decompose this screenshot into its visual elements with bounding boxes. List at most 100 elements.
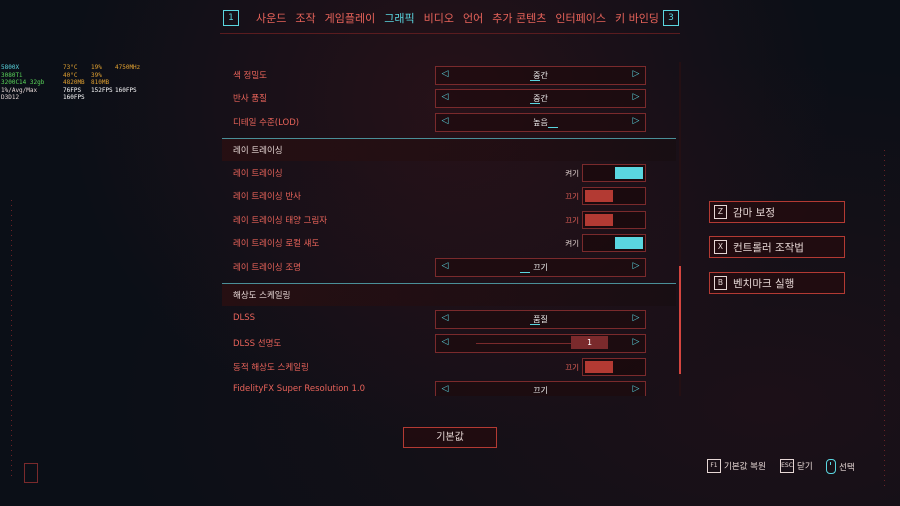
tab-graphics[interactable]: 그래픽 [384, 10, 414, 26]
setting-label: 색 정밀도 [233, 71, 267, 81]
selector-position-marker [530, 324, 540, 325]
controller-layout-button[interactable]: X 컨트롤러 조작법 [709, 236, 845, 258]
close-hint[interactable]: ESC 닫기 [780, 459, 813, 473]
perf-ram-used: 4820MB [63, 79, 85, 86]
nav-divider [220, 33, 680, 34]
toggle-switch[interactable] [582, 234, 646, 252]
selector-value: 끄기 [533, 386, 548, 395]
setting-ray-tracing[interactable]: 레이 트레이싱 켜기 [222, 163, 676, 183]
option-selector[interactable]: ◁ 품질 ▷ [435, 310, 646, 329]
slider-handle[interactable]: 1 [571, 336, 608, 349]
defaults-button[interactable]: 기본값 [403, 427, 497, 448]
setting-dlss-sharpness[interactable]: DLSS 선명도 ◁ 1 ▷ [222, 333, 676, 353]
section-title: 해상도 스케일링 [233, 291, 291, 301]
setting-label: 레이 트레이싱 반사 [233, 192, 301, 202]
perf-row-ram: 3200C14 32gb 4820MB 810MB [1, 79, 145, 87]
tab-interface[interactable]: 인터페이스 [555, 10, 606, 26]
setting-reflection-quality[interactable]: 반사 품질 ◁ 중간 ▷ [222, 88, 676, 108]
toggle-knob [585, 361, 613, 373]
option-selector[interactable]: ◁ 끄기 ▷ [435, 381, 646, 396]
perf-row-cpu: 5800X 73°C 19% 4750MHz [1, 64, 145, 72]
section-title: 레이 트레이싱 [233, 146, 283, 156]
toggle-state: 끄기 [565, 192, 579, 201]
tab-gameplay[interactable]: 게임플레이 [325, 10, 376, 26]
perf-fps-low: 76FPS [63, 86, 82, 94]
button-label: 컨트롤러 조작법 [733, 242, 804, 254]
option-selector[interactable]: ◁ 중간 ▷ [435, 66, 646, 85]
hint-label: 닫기 [797, 462, 813, 472]
toggle-switch[interactable] [582, 187, 646, 205]
arrow-right-icon[interactable]: ▷ [631, 337, 641, 347]
setting-label: 반사 품질 [233, 94, 267, 104]
toggle-knob [615, 237, 643, 249]
mouse-icon [826, 459, 836, 474]
button-label: 벤치마크 실행 [733, 278, 795, 290]
setting-dynamic-scaling[interactable]: 동적 해상도 스케일링 끄기 [222, 357, 676, 377]
setting-lod[interactable]: 디테일 수준(LOD) ◁ 높음 ▷ [222, 112, 676, 132]
button-label: 감마 보정 [733, 207, 775, 219]
settings-scrollbar[interactable] [679, 62, 681, 396]
next-tab-key[interactable]: 3 [663, 10, 679, 26]
setting-fsr[interactable]: FidelityFX Super Resolution 1.0 ◁ 끄기 ▷ [222, 380, 676, 396]
slider-control[interactable]: ◁ 1 ▷ [435, 334, 646, 353]
arrow-right-icon[interactable]: ▷ [631, 384, 641, 394]
gamma-correction-button[interactable]: Z 감마 보정 [709, 201, 845, 223]
arrow-right-icon[interactable]: ▷ [631, 313, 641, 323]
option-selector[interactable]: ◁ 끄기 ▷ [435, 258, 646, 277]
setting-label: 디테일 수준(LOD) [233, 118, 300, 128]
arrow-right-icon[interactable]: ▷ [631, 116, 641, 126]
slider-track[interactable] [476, 343, 576, 344]
tab-dlc[interactable]: 추가 콘텐츠 [492, 10, 546, 26]
setting-rt-sun-shadows[interactable]: 레이 트레이싱 태양 그림자 끄기 [222, 210, 676, 230]
setting-dlss[interactable]: DLSS ◁ 품질 ▷ [222, 309, 676, 329]
select-hint[interactable]: 선택 [826, 459, 855, 474]
toggle-state: 켜기 [565, 239, 579, 248]
option-selector[interactable]: ◁ 중간 ▷ [435, 89, 646, 108]
perf-gpu-name: 3080Ti [1, 71, 23, 79]
tab-sound[interactable]: 사운드 [256, 10, 286, 26]
selector-position-marker [530, 80, 540, 81]
decor-dots [884, 150, 885, 490]
toggle-knob [615, 167, 643, 179]
setting-label: 레이 트레이싱 [233, 169, 283, 179]
prev-tab-key[interactable]: 1 [223, 10, 239, 26]
setting-rt-local-shadows[interactable]: 레이 트레이싱 로컬 섀도 켜기 [222, 233, 676, 253]
tab-video[interactable]: 비디오 [424, 10, 454, 26]
setting-label: DLSS [233, 313, 256, 323]
perf-row-api: D3D12 160FPS [1, 94, 145, 102]
toggle-switch[interactable] [582, 211, 646, 229]
tab-controls[interactable]: 조작 [295, 10, 315, 26]
key-hint: Z [714, 205, 727, 219]
setting-color-precision[interactable]: 색 정밀도 ◁ 중간 ▷ [222, 65, 676, 85]
perf-cpu-temp: 73°C [63, 64, 78, 71]
arrow-right-icon[interactable]: ▷ [631, 92, 641, 102]
setting-label: 동적 해상도 스케일링 [233, 363, 309, 373]
arrow-right-icon[interactable]: ▷ [631, 261, 641, 271]
toggle-state: 켜기 [565, 169, 579, 178]
setting-label: FidelityFX Super Resolution 1.0 [233, 384, 365, 394]
setting-rt-reflections[interactable]: 레이 트레이싱 반사 끄기 [222, 186, 676, 206]
toggle-knob [585, 190, 613, 202]
arrow-left-icon[interactable]: ◁ [440, 337, 450, 347]
corner-decoration [24, 463, 38, 483]
tab-key-bindings[interactable]: 키 바인딩 [615, 10, 659, 26]
setting-label: 레이 트레이싱 태양 그림자 [233, 216, 328, 226]
arrow-right-icon[interactable]: ▷ [631, 69, 641, 79]
f1-key-icon: F1 [707, 459, 721, 473]
toggle-switch[interactable] [582, 358, 646, 376]
toggle-switch[interactable] [582, 164, 646, 182]
run-benchmark-button[interactable]: B 벤치마크 실행 [709, 272, 845, 294]
setting-rt-lighting[interactable]: 레이 트레이싱 조명 ◁ 끄기 ▷ [222, 257, 676, 277]
graphics-settings-panel: 색 정밀도 ◁ 중간 ▷ 반사 품질 ◁ 중간 ▷ 디테일 수준(LOD) ◁ … [222, 62, 680, 396]
hint-label: 선택 [839, 462, 855, 473]
hint-label: 기본값 복원 [724, 462, 766, 472]
perf-cpu-clock: 4750MHz [115, 64, 141, 71]
perf-ram-name: 3200C14 32gb [1, 79, 45, 86]
top-nav: 1 사운드 조작 게임플레이 그래픽 비디오 언어 추가 콘텐츠 인터페이스 키… [0, 10, 900, 32]
option-selector[interactable]: ◁ 높음 ▷ [435, 113, 646, 132]
scrollbar-thumb[interactable] [679, 266, 681, 374]
setting-label: 레이 트레이싱 로컬 섀도 [233, 239, 320, 249]
restore-defaults-hint[interactable]: F1 기본값 복원 [707, 459, 766, 473]
tab-language[interactable]: 언어 [463, 10, 483, 26]
selector-value: 높음 [533, 118, 548, 127]
